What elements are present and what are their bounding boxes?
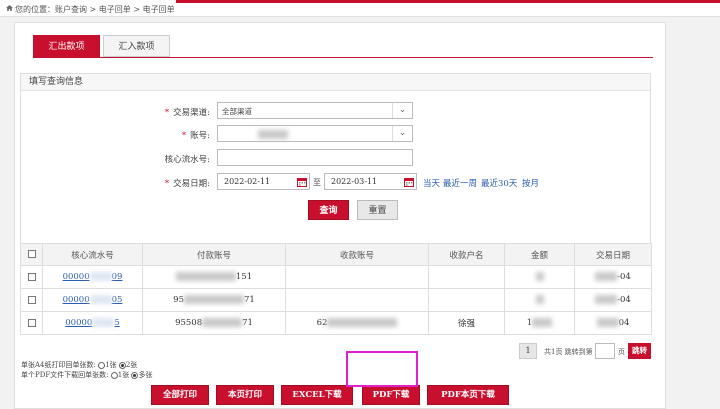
quick-30days-link[interactable]: 最近30天 [481, 177, 517, 189]
payee-cell: 62 [285, 311, 429, 335]
date-cell: 04 [574, 311, 652, 335]
print-page-button[interactable]: 本页打印 [216, 385, 274, 405]
col-payee-name: 收款户名 [428, 243, 505, 266]
serial-label: 核心流水号: [164, 155, 210, 165]
table-row: 00000 05 95 71 -04 [20, 288, 652, 312]
quick-month-link[interactable]: 按月 [522, 177, 539, 189]
col-payer: 付款账号 [142, 243, 286, 266]
a4-radio-1[interactable] [98, 361, 106, 369]
channel-select-value: 全部渠道 [222, 107, 252, 116]
amount-cell [504, 288, 575, 312]
channel-select[interactable]: 全部渠道 ⌄ [217, 102, 413, 119]
serial-link[interactable]: 00000 09 [42, 265, 143, 289]
date-to-input[interactable]: 2022-03-11 [324, 173, 417, 190]
calendar-icon[interactable] [404, 177, 414, 187]
receipt-table: 核心流水号 付款账号 收款账号 收款户名 金额 交易日期 00000 09 151… [20, 243, 652, 335]
main-panel: 汇出款项 汇入款项 填写查询信息 * 交易渠道: 全部渠道 ⌄ * 账号: ⌄ 核心 [14, 22, 666, 409]
pdf-page-download-button[interactable]: PDF本页下载 [427, 385, 509, 405]
col-payee: 收款账号 [285, 243, 429, 266]
pager-page-unit: 页 [618, 348, 625, 356]
required-mark: * [164, 108, 170, 118]
query-form: 填写查询信息 * 交易渠道: 全部渠道 ⌄ * 账号: ⌄ 核心流水号: * 交… [20, 73, 651, 245]
channel-row: * 交易渠道: 全部渠道 ⌄ [21, 102, 650, 120]
chevron-down-icon[interactable]: ⌄ [392, 103, 412, 118]
table-row: 00000 5 95508 71 62 徐强 1 04 [20, 311, 652, 335]
payee-cell [285, 265, 429, 289]
calendar-icon[interactable] [297, 177, 307, 187]
payee-name-cell [428, 288, 505, 312]
query-button[interactable]: 查询 [308, 200, 349, 220]
page-jump-button[interactable]: 跳转 [628, 343, 651, 359]
payer-cell: 95508 71 [142, 311, 286, 335]
serial-input[interactable] [217, 149, 413, 166]
account-redacted [258, 130, 288, 139]
chevron-down-icon[interactable]: ⌄ [392, 126, 412, 141]
excel-download-button[interactable]: EXCEL下载 [281, 385, 353, 405]
account-row: * 账号: ⌄ [21, 125, 650, 143]
payer-cell: 95 71 [142, 288, 286, 312]
header-accent-line [176, 0, 720, 3]
table-header-row: 核心流水号 付款账号 收款账号 收款户名 金额 交易日期 [20, 243, 652, 266]
tab-incoming[interactable]: 汇入款项 [103, 35, 170, 57]
pdf-option-row: 单个PDF文件下载回单张数: 1张 多张 [21, 371, 153, 379]
row-checkbox[interactable] [27, 272, 36, 281]
quick-today-link[interactable]: 当天 [423, 177, 440, 189]
quick-week-link[interactable]: 最近一周 [443, 177, 477, 189]
form-title: 填写查询信息 [21, 74, 650, 91]
serial-link[interactable]: 00000 5 [42, 311, 143, 335]
serial-row: 核心流水号: [21, 149, 650, 167]
date-cell: -04 [574, 288, 652, 312]
print-all-button[interactable]: 全部打印 [151, 385, 209, 405]
breadcrumb: 您的位置：账户查询 > 电子回单 > 电子回单 [15, 5, 175, 14]
date-cell: -04 [574, 265, 652, 289]
home-icon[interactable] [6, 5, 13, 11]
reset-button[interactable]: 重置 [357, 200, 398, 220]
col-amount: 金额 [504, 243, 575, 266]
a4-radio-2[interactable] [118, 361, 126, 369]
pdf-download-button[interactable]: PDF下载 [362, 385, 420, 405]
a4-option-row: 单张A4纸打印回单张数: 1张 2张 [21, 361, 138, 369]
date-separator: 至 [313, 178, 321, 187]
date-from-input[interactable]: 2022-02-11 [217, 173, 310, 190]
pager-label: 共1页 跳转到第 [544, 348, 593, 356]
date-row: * 交易日期: 2022-02-11 至 2022-03-11 当天 最近一周 … [21, 173, 650, 191]
pdf-radio-1[interactable] [110, 371, 118, 379]
tab-divider [33, 57, 653, 58]
select-all-cell [20, 243, 43, 266]
payee-cell [285, 288, 429, 312]
table-row: 00000 09 151 -04 [20, 265, 652, 289]
serial-link[interactable]: 00000 05 [42, 288, 143, 312]
channel-label: * 交易渠道: [164, 108, 210, 118]
account-select[interactable]: ⌄ [217, 125, 413, 142]
payer-cell: 151 [142, 265, 286, 289]
row-checkbox[interactable] [27, 295, 36, 304]
payee-name-cell [428, 265, 505, 289]
amount-cell [504, 265, 575, 289]
tab-outgoing[interactable]: 汇出款项 [33, 35, 100, 57]
account-label: * 账号: [181, 131, 210, 141]
row-checkbox[interactable] [27, 318, 36, 327]
amount-cell: 1 [504, 311, 575, 335]
page-number-button[interactable]: 1 [519, 343, 537, 359]
required-mark: * [164, 179, 170, 189]
date-label: * 交易日期: [164, 179, 210, 189]
col-date: 交易日期 [574, 243, 652, 266]
col-serial: 核心流水号 [42, 243, 143, 266]
page-jump-input[interactable] [595, 343, 615, 359]
select-all-checkbox[interactable] [27, 250, 36, 258]
required-mark: * [181, 131, 187, 141]
payee-name-cell: 徐强 [428, 311, 505, 335]
